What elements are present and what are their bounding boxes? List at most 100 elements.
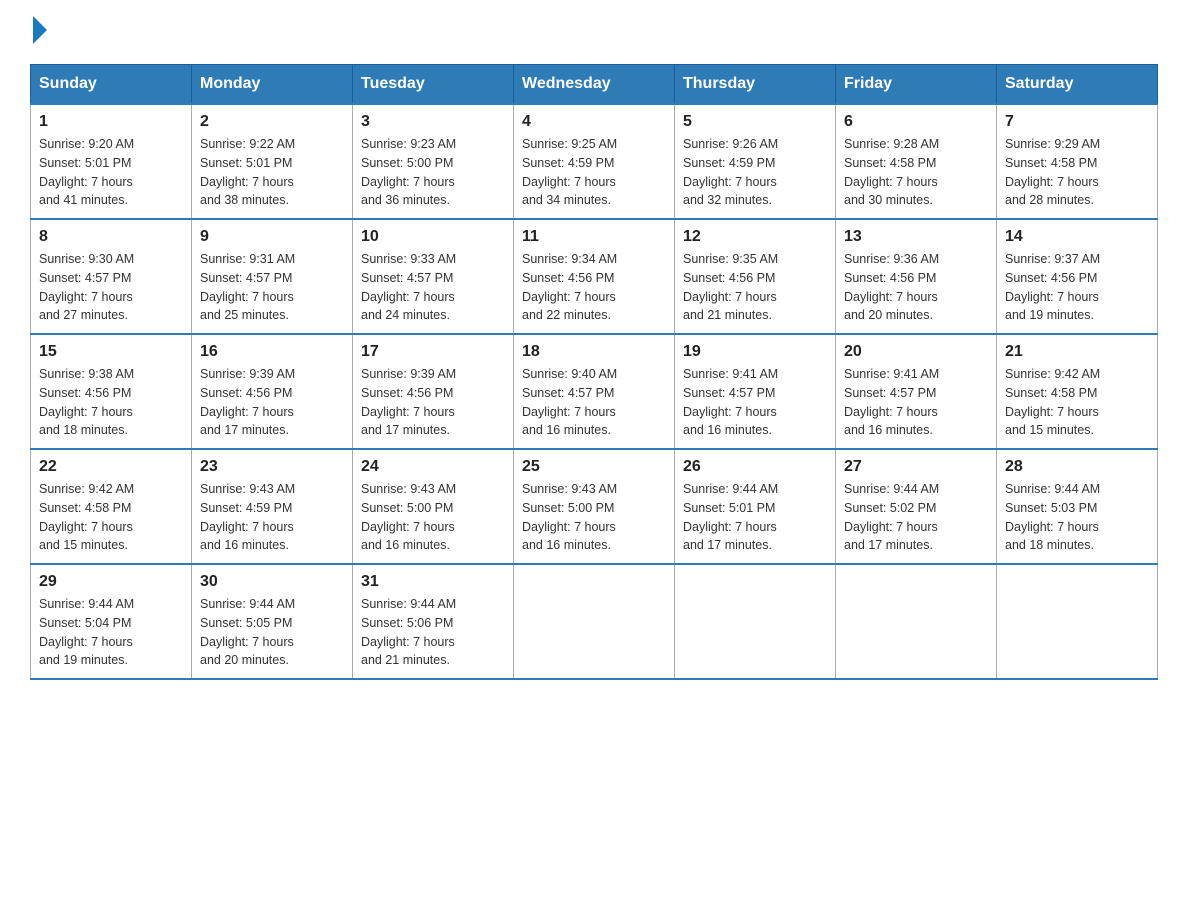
day-info: Sunrise: 9:42 AMSunset: 4:58 PMDaylight:… — [1005, 365, 1149, 440]
calendar-header-monday: Monday — [192, 65, 353, 105]
calendar-week-4: 22 Sunrise: 9:42 AMSunset: 4:58 PMDayligh… — [31, 449, 1158, 564]
calendar-cell: 1 Sunrise: 9:20 AMSunset: 5:01 PMDaylight… — [31, 104, 192, 219]
day-info: Sunrise: 9:28 AMSunset: 4:58 PMDaylight:… — [844, 135, 988, 210]
calendar-cell: 23Sunrise: 9:43 AMSunset: 4:59 PMDayligh… — [192, 449, 353, 564]
calendar-cell: 3Sunrise: 9:23 AMSunset: 5:00 PMDaylight… — [353, 104, 514, 219]
day-info: Sunrise: 9:31 AMSunset: 4:57 PMDaylight:… — [200, 250, 344, 325]
calendar-header-tuesday: Tuesday — [353, 65, 514, 105]
calendar-header-thursday: Thursday — [675, 65, 836, 105]
day-info: Sunrise: 9:44 AMSunset: 5:05 PMDaylight:… — [200, 595, 344, 670]
calendar-cell: 15 Sunrise: 9:38 AMSunset: 4:56 PMDayligh… — [31, 334, 192, 449]
day-info: Sunrise: 9:23 AMSunset: 5:00 PMDaylight:… — [361, 135, 505, 210]
day-info: Sunrise: 9:39 AMSunset: 4:56 PMDaylight:… — [200, 365, 344, 440]
day-number: 2 — [200, 113, 344, 131]
calendar-cell: 11 Sunrise: 9:34 AMSunset: 4:56 PMDayligh… — [514, 219, 675, 334]
day-info: Sunrise: 9:39 AMSunset: 4:56 PMDaylight:… — [361, 365, 505, 440]
calendar-cell: 30 Sunrise: 9:44 AMSunset: 5:05 PMDayligh… — [192, 564, 353, 679]
calendar-cell: 14 Sunrise: 9:37 AMSunset: 4:56 PMDayligh… — [997, 219, 1158, 334]
day-info: Sunrise: 9:43 AMSunset: 5:00 PMDaylight:… — [361, 480, 505, 555]
day-info: Sunrise: 9:42 AMSunset: 4:58 PMDaylight:… — [39, 480, 183, 555]
day-info: Sunrise: 9:44 AMSunset: 5:02 PMDaylight:… — [844, 480, 988, 555]
calendar-cell — [997, 564, 1158, 679]
day-info: Sunrise: 9:25 AMSunset: 4:59 PMDaylight:… — [522, 135, 666, 210]
day-info: Sunrise: 9:40 AMSunset: 4:57 PMDaylight:… — [522, 365, 666, 440]
day-info: Sunrise: 9:37 AMSunset: 4:56 PMDaylight:… — [1005, 250, 1149, 325]
day-number: 10 — [361, 228, 505, 246]
day-info: Sunrise: 9:41 AMSunset: 4:57 PMDaylight:… — [844, 365, 988, 440]
day-number: 13 — [844, 228, 988, 246]
logo-arrow-icon — [33, 16, 47, 44]
calendar-cell — [675, 564, 836, 679]
day-number: 24 — [361, 458, 505, 476]
day-number: 7 — [1005, 113, 1149, 131]
day-number: 20 — [844, 343, 988, 361]
day-info: Sunrise: 9:43 AMSunset: 5:00 PMDaylight:… — [522, 480, 666, 555]
day-info: Sunrise: 9:44 AMSunset: 5:06 PMDaylight:… — [361, 595, 505, 670]
calendar-cell: 29Sunrise: 9:44 AMSunset: 5:04 PMDayligh… — [31, 564, 192, 679]
day-number: 28 — [1005, 458, 1149, 476]
logo — [30, 20, 51, 44]
calendar-cell: 13 Sunrise: 9:36 AMSunset: 4:56 PMDayligh… — [836, 219, 997, 334]
day-number: 9 — [200, 228, 344, 246]
day-number: 11 — [522, 228, 666, 246]
calendar-cell: 28 Sunrise: 9:44 AMSunset: 5:03 PMDayligh… — [997, 449, 1158, 564]
day-number: 19 — [683, 343, 827, 361]
calendar-header-row: SundayMondayTuesdayWednesdayThursdayFrid… — [31, 65, 1158, 105]
day-info: Sunrise: 9:34 AMSunset: 4:56 PMDaylight:… — [522, 250, 666, 325]
day-number: 21 — [1005, 343, 1149, 361]
day-info: Sunrise: 9:29 AMSunset: 4:58 PMDaylight:… — [1005, 135, 1149, 210]
calendar-cell: 31 Sunrise: 9:44 AMSunset: 5:06 PMDayligh… — [353, 564, 514, 679]
day-info: Sunrise: 9:33 AMSunset: 4:57 PMDaylight:… — [361, 250, 505, 325]
day-number: 15 — [39, 343, 183, 361]
calendar-cell: 8Sunrise: 9:30 AMSunset: 4:57 PMDaylight… — [31, 219, 192, 334]
day-info: Sunrise: 9:38 AMSunset: 4:56 PMDaylight:… — [39, 365, 183, 440]
day-number: 18 — [522, 343, 666, 361]
day-info: Sunrise: 9:41 AMSunset: 4:57 PMDaylight:… — [683, 365, 827, 440]
day-number: 17 — [361, 343, 505, 361]
calendar-cell: 21 Sunrise: 9:42 AMSunset: 4:58 PMDayligh… — [997, 334, 1158, 449]
day-number: 6 — [844, 113, 988, 131]
day-number: 1 — [39, 113, 183, 131]
day-number: 23 — [200, 458, 344, 476]
calendar-cell: 2Sunrise: 9:22 AMSunset: 5:01 PMDaylight… — [192, 104, 353, 219]
day-number: 16 — [200, 343, 344, 361]
calendar-header-saturday: Saturday — [997, 65, 1158, 105]
page-header — [30, 20, 1158, 44]
day-number: 29 — [39, 573, 183, 591]
calendar-cell: 10 Sunrise: 9:33 AMSunset: 4:57 PMDayligh… — [353, 219, 514, 334]
calendar-cell: 7 Sunrise: 9:29 AMSunset: 4:58 PMDaylight… — [997, 104, 1158, 219]
calendar-header-sunday: Sunday — [31, 65, 192, 105]
day-number: 5 — [683, 113, 827, 131]
calendar-cell: 18 Sunrise: 9:40 AMSunset: 4:57 PMDayligh… — [514, 334, 675, 449]
day-info: Sunrise: 9:26 AMSunset: 4:59 PMDaylight:… — [683, 135, 827, 210]
calendar-cell: 27 Sunrise: 9:44 AMSunset: 5:02 PMDayligh… — [836, 449, 997, 564]
day-number: 27 — [844, 458, 988, 476]
day-number: 14 — [1005, 228, 1149, 246]
day-info: Sunrise: 9:44 AMSunset: 5:03 PMDaylight:… — [1005, 480, 1149, 555]
day-info: Sunrise: 9:36 AMSunset: 4:56 PMDaylight:… — [844, 250, 988, 325]
day-info: Sunrise: 9:20 AMSunset: 5:01 PMDaylight:… — [39, 135, 183, 210]
day-info: Sunrise: 9:44 AMSunset: 5:01 PMDaylight:… — [683, 480, 827, 555]
calendar-cell — [836, 564, 997, 679]
day-number: 22 — [39, 458, 183, 476]
day-number: 30 — [200, 573, 344, 591]
calendar-cell: 20 Sunrise: 9:41 AMSunset: 4:57 PMDayligh… — [836, 334, 997, 449]
calendar-cell: 16 Sunrise: 9:39 AMSunset: 4:56 PMDayligh… — [192, 334, 353, 449]
day-number: 31 — [361, 573, 505, 591]
calendar-cell: 6 Sunrise: 9:28 AMSunset: 4:58 PMDaylight… — [836, 104, 997, 219]
calendar-cell: 9 Sunrise: 9:31 AMSunset: 4:57 PMDaylight… — [192, 219, 353, 334]
calendar-cell: 26 Sunrise: 9:44 AMSunset: 5:01 PMDayligh… — [675, 449, 836, 564]
day-number: 12 — [683, 228, 827, 246]
calendar-table: SundayMondayTuesdayWednesdayThursdayFrid… — [30, 64, 1158, 680]
calendar-cell: 4 Sunrise: 9:25 AMSunset: 4:59 PMDaylight… — [514, 104, 675, 219]
day-number: 26 — [683, 458, 827, 476]
calendar-week-3: 15 Sunrise: 9:38 AMSunset: 4:56 PMDayligh… — [31, 334, 1158, 449]
calendar-cell: 5 Sunrise: 9:26 AMSunset: 4:59 PMDaylight… — [675, 104, 836, 219]
calendar-cell: 22 Sunrise: 9:42 AMSunset: 4:58 PMDayligh… — [31, 449, 192, 564]
calendar-week-5: 29Sunrise: 9:44 AMSunset: 5:04 PMDayligh… — [31, 564, 1158, 679]
calendar-week-2: 8Sunrise: 9:30 AMSunset: 4:57 PMDaylight… — [31, 219, 1158, 334]
day-number: 25 — [522, 458, 666, 476]
day-info: Sunrise: 9:30 AMSunset: 4:57 PMDaylight:… — [39, 250, 183, 325]
day-number: 4 — [522, 113, 666, 131]
calendar-cell: 12Sunrise: 9:35 AMSunset: 4:56 PMDayligh… — [675, 219, 836, 334]
